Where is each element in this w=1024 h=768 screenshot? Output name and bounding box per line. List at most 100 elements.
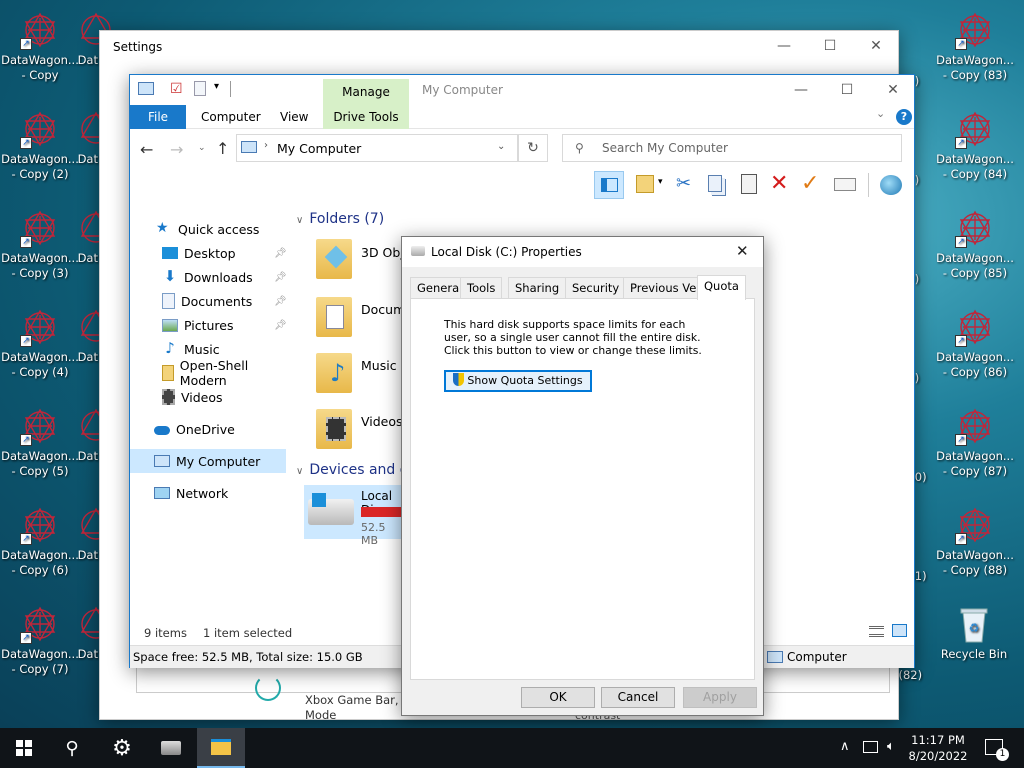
file-explorer-taskbar-button[interactable] <box>197 728 245 768</box>
shortcut-label-line1: DataWagon... <box>936 350 1014 364</box>
new-item-icon[interactable] <box>636 175 654 193</box>
tab-drive-tools[interactable]: Drive Tools <box>323 110 409 124</box>
folder-music[interactable]: Music <box>361 358 397 373</box>
tab-tools[interactable]: Tools <box>460 277 503 299</box>
dialog-close-button[interactable]: ✕ <box>736 242 749 260</box>
nav-downloads[interactable]: ⬇ Downloads 📌︎ <box>130 265 287 289</box>
nav-quick-access[interactable]: ★ Quick access <box>130 217 286 241</box>
desktop-shortcut[interactable]: ↗ DataWagon... - Copy (86) <box>935 307 1015 380</box>
pin-icon[interactable]: 📌︎ <box>274 272 287 283</box>
explorer-minimize-button[interactable]: — <box>778 75 824 105</box>
nav-videos[interactable]: Videos <box>130 385 286 409</box>
volume-icon[interactable]: 🔈︎ <box>887 739 895 754</box>
desktop-shortcut-partial[interactable]: Dat <box>62 505 112 563</box>
show-quota-settings-label: Show Quota Settings <box>467 374 583 387</box>
show-quota-settings-button[interactable]: Show Quota Settings <box>444 370 592 392</box>
apply-button[interactable]: Apply <box>683 687 757 708</box>
tab-sharing[interactable]: Sharing <box>508 277 567 299</box>
settings-taskbar-button[interactable]: ⚙ <box>98 728 146 768</box>
forward-icon[interactable]: → <box>170 140 183 159</box>
cancel-button[interactable]: Cancel <box>601 687 675 708</box>
address-bar[interactable]: › My Computer ⌄ <box>236 134 518 162</box>
folder-videos[interactable]: Videos <box>361 414 403 429</box>
desktop-shortcut[interactable]: ↗ DataWagon... - Copy (85) <box>935 208 1015 281</box>
quick-access-dropdown-icon[interactable]: ▾ <box>214 81 219 92</box>
tab-computer[interactable]: Computer <box>201 110 261 124</box>
properties-quick-icon[interactable]: ☑ <box>170 81 183 97</box>
clock[interactable]: 11:17 PM 8/20/2022 <box>905 732 971 764</box>
network-tray-icon[interactable] <box>863 741 878 753</box>
settings-close-button[interactable]: ✕ <box>853 31 899 61</box>
explorer-maximize-button[interactable]: ☐ <box>824 75 870 105</box>
desktop-shortcut-partial[interactable]: Dat <box>62 208 112 266</box>
desktop-shortcut[interactable]: ↗ DataWagon... - Copy (84) <box>935 109 1015 182</box>
nav-my-computer[interactable]: My Computer <box>130 449 286 473</box>
nav-network[interactable]: Network <box>130 481 286 505</box>
music-note-icon: ♪ <box>165 339 175 357</box>
copy-icon[interactable] <box>708 175 722 192</box>
local-disk-tile[interactable]: Local Di 52.5 MB <box>304 485 404 547</box>
rename-check-icon[interactable]: ✓ <box>801 171 819 196</box>
start-button[interactable] <box>0 728 48 768</box>
folders-header[interactable]: ∨ Folders (7) <box>296 211 384 227</box>
nav-pictures[interactable]: Pictures 📌︎ <box>130 313 287 337</box>
settings-maximize-button[interactable]: ☐ <box>807 31 853 61</box>
back-icon[interactable]: ← <box>140 140 153 159</box>
network-globe-icon[interactable] <box>880 175 902 195</box>
nav-open-shell[interactable]: Open-Shell Modern <box>130 358 286 388</box>
nav-onedrive[interactable]: OneDrive <box>130 417 286 441</box>
tab-file[interactable]: File <box>130 105 186 129</box>
app-taskbar-button[interactable] <box>147 728 195 768</box>
datawagon-shortcut-icon: ↗ <box>20 604 60 644</box>
desktop-shortcut[interactable]: ↗ DataWagon... - Copy (83) <box>935 10 1015 83</box>
tray-overflow-icon[interactable]: ∧ <box>840 739 850 754</box>
folder-documents[interactable]: Docum <box>361 302 405 317</box>
tab-view[interactable]: View <box>280 110 308 124</box>
new-item-dropdown-icon[interactable]: ▾ <box>658 177 663 187</box>
ribbon-expand-icon[interactable]: ⌄ <box>876 107 885 120</box>
clock-time: 11:17 PM <box>911 733 965 747</box>
shortcut-label-partial: Dat <box>77 647 98 661</box>
explorer-close-button[interactable]: ✕ <box>870 75 916 105</box>
search-box[interactable]: ⚲ Search My Computer <box>562 134 902 162</box>
breadcrumb-chevron-icon[interactable]: › <box>264 140 268 151</box>
desktop-shortcut[interactable]: ↗ DataWagon... - Copy (88) <box>935 505 1015 578</box>
new-folder-quick-icon[interactable] <box>194 81 206 96</box>
desktop-shortcut-partial[interactable]: Dat <box>62 10 112 68</box>
tab-security[interactable]: Security <box>565 277 627 299</box>
desktop-shortcut-partial[interactable]: Dat <box>62 307 112 365</box>
desktop-shortcut-partial[interactable]: Dat <box>62 406 112 464</box>
desktop-shortcut-partial[interactable]: Dat <box>62 109 112 167</box>
nav-documents[interactable]: Documents 📌︎ <box>130 289 287 313</box>
ok-button[interactable]: OK <box>521 687 595 708</box>
shortcut-label-line2: - Copy (7) <box>11 662 69 676</box>
pin-icon[interactable]: 📌︎ <box>274 320 287 331</box>
pin-icon[interactable]: 📌︎ <box>274 248 287 259</box>
paste-icon[interactable] <box>741 174 757 194</box>
search-taskbar-button[interactable]: ⚲ <box>48 728 96 768</box>
desktop-shortcut-partial[interactable]: Dat <box>62 604 112 662</box>
recent-locations-icon[interactable]: ⌄ <box>198 143 206 153</box>
recycle-bin-icon[interactable]: ♻ Recycle Bin <box>934 604 1014 662</box>
devices-header[interactable]: ∨ Devices and d <box>296 462 409 478</box>
properties-dialog[interactable]: Local Disk (C:) Properties ✕ General Tool… <box>401 236 764 716</box>
large-icons-view-icon[interactable] <box>892 624 907 637</box>
nav-my-computer-label: My Computer <box>176 453 261 469</box>
delete-icon[interactable]: ✕ <box>770 171 788 196</box>
nav-desktop[interactable]: Desktop 📌︎ <box>130 241 287 265</box>
desktop-shortcut[interactable]: ↗ DataWagon... - Copy (87) <box>935 406 1015 479</box>
collapse-chevron-icon[interactable]: ∨ <box>296 215 303 226</box>
cut-icon[interactable]: ✂ <box>676 173 691 194</box>
navigation-pane-button[interactable] <box>594 171 624 199</box>
pin-icon[interactable]: 📌︎ <box>274 296 287 307</box>
tab-quota[interactable]: Quota <box>697 275 746 300</box>
collapse-chevron-icon[interactable]: ∨ <box>296 466 303 477</box>
help-icon[interactable]: ? <box>896 109 912 125</box>
properties-icon[interactable] <box>834 178 856 191</box>
settings-minimize-button[interactable]: — <box>761 31 807 61</box>
address-dropdown-icon[interactable]: ⌄ <box>497 141 505 152</box>
dialog-titlebar: Local Disk (C:) Properties ✕ <box>402 237 763 267</box>
details-view-icon[interactable] <box>869 626 884 637</box>
up-icon[interactable]: ↑ <box>216 139 229 158</box>
refresh-button[interactable]: ↻ <box>518 134 548 162</box>
